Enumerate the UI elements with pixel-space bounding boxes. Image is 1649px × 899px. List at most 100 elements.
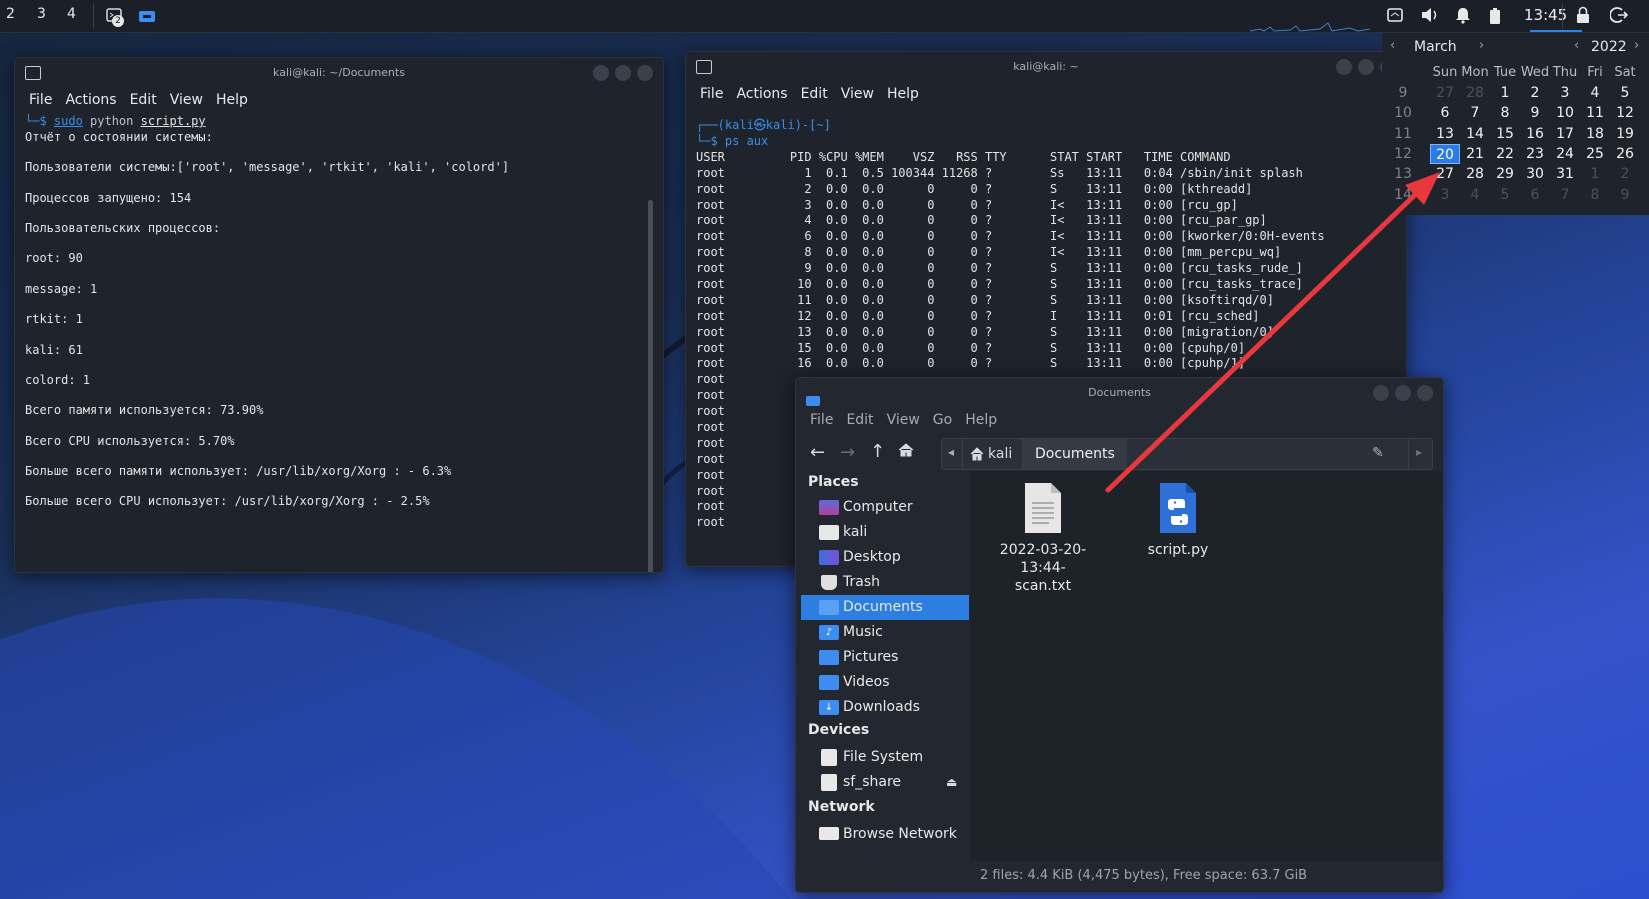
menu-edit[interactable]: Edit: [126, 88, 166, 114]
path-left-icon[interactable]: ◂: [948, 445, 954, 459]
calendar-day[interactable]: 12: [1610, 103, 1640, 123]
sidebar-item-sf-share[interactable]: sf_share ⏏: [801, 770, 969, 795]
calendar-day[interactable]: 5: [1610, 83, 1640, 103]
calendar-day[interactable]: 22: [1490, 144, 1520, 164]
sidebar-item-pictures[interactable]: Pictures: [801, 645, 969, 670]
next-month-icon[interactable]: ›: [1479, 38, 1484, 53]
calendar-day[interactable]: 30: [1520, 164, 1550, 184]
calendar-day[interactable]: 17: [1550, 124, 1580, 144]
calendar-day[interactable]: 8: [1490, 103, 1520, 123]
calendar-day-today[interactable]: 20: [1430, 143, 1460, 164]
minimize-button[interactable]: [1336, 59, 1352, 75]
calendar-day[interactable]: 2: [1520, 83, 1550, 103]
sidebar-item-filesystem[interactable]: File System: [801, 745, 969, 770]
calendar-day[interactable]: 24: [1550, 144, 1580, 164]
fm-file-view[interactable]: 2022-03-20-13:44- scan.txt script.py: [970, 471, 1442, 861]
calendar-day[interactable]: 26: [1610, 144, 1640, 164]
menu-help[interactable]: Help: [883, 82, 928, 108]
logout-icon[interactable]: [1609, 6, 1629, 28]
screenshot-icon[interactable]: [1387, 7, 1403, 27]
crumb-documents[interactable]: Documents: [1023, 439, 1127, 469]
calendar-day[interactable]: 6: [1430, 103, 1460, 123]
calendar-day[interactable]: 1: [1580, 164, 1610, 184]
menu-view[interactable]: View: [166, 88, 212, 114]
calendar-day[interactable]: 3: [1550, 83, 1580, 103]
maximize-button[interactable]: [1358, 59, 1374, 75]
menu-actions[interactable]: Actions: [61, 88, 125, 114]
sidebar-item-documents[interactable]: Documents: [801, 595, 969, 620]
forward-arrow-icon[interactable]: →: [840, 442, 855, 463]
calendar-day[interactable]: 16: [1520, 124, 1550, 144]
sidebar-item-videos[interactable]: Videos: [801, 670, 969, 695]
sidebar-item-music[interactable]: ♪ Music: [801, 620, 969, 645]
calendar-day[interactable]: 2: [1610, 164, 1640, 184]
calendar-day[interactable]: 1: [1490, 83, 1520, 103]
calendar-day[interactable]: 11: [1580, 103, 1610, 123]
calendar-day[interactable]: 25: [1580, 144, 1610, 164]
workspace-3-button[interactable]: 3: [37, 6, 46, 22]
sidebar-item-computer[interactable]: Computer: [801, 495, 969, 520]
back-arrow-icon[interactable]: ←: [810, 442, 825, 463]
calendar-day[interactable]: 23: [1520, 144, 1550, 164]
calendar-day[interactable]: 7: [1550, 185, 1580, 205]
prev-year-icon[interactable]: ‹: [1574, 38, 1579, 53]
menu-actions[interactable]: Actions: [732, 82, 796, 108]
clock[interactable]: 13:45: [1524, 6, 1567, 24]
path-right-icon[interactable]: ▸: [1416, 445, 1422, 459]
calendar-day[interactable]: 5: [1490, 185, 1520, 205]
minimize-button[interactable]: [1373, 385, 1389, 401]
menu-view[interactable]: View: [883, 408, 929, 434]
sidebar-item-trash[interactable]: Trash: [801, 570, 969, 595]
workspace-4-button[interactable]: 4: [67, 6, 76, 22]
calendar-day[interactable]: 31: [1550, 164, 1580, 184]
file-scan-txt[interactable]: 2022-03-20-13:44- scan.txt: [978, 481, 1108, 595]
menu-go[interactable]: Go: [929, 408, 961, 434]
battery-icon[interactable]: [1489, 7, 1501, 29]
calendar-day[interactable]: 29: [1490, 164, 1520, 184]
terminal-window-documents[interactable]: kali@kali: ~/Documents File Actions Edit…: [14, 57, 664, 573]
file-manager-window[interactable]: Documents File Edit View Go Help ← → ↑ ◂…: [795, 377, 1444, 893]
calendar-day[interactable]: 9: [1520, 103, 1550, 123]
menu-view[interactable]: View: [837, 82, 883, 108]
menu-edit[interactable]: Edit: [797, 82, 837, 108]
maximize-button[interactable]: [615, 65, 631, 81]
lock-icon[interactable]: [1576, 6, 1590, 28]
sidebar-item-desktop[interactable]: Desktop: [801, 545, 969, 570]
calendar-day[interactable]: 3: [1430, 185, 1460, 205]
home-icon[interactable]: [898, 442, 914, 462]
menu-help[interactable]: Help: [961, 408, 1006, 434]
next-year-icon[interactable]: ›: [1634, 38, 1639, 53]
calendar-popup[interactable]: ‹ March › ‹ 2022 › Sun Mon Tue Wed Thu Fri Sat…: [1382, 33, 1649, 215]
eject-icon[interactable]: ⏏: [946, 770, 957, 795]
menu-file[interactable]: File: [25, 88, 61, 114]
sidebar-item-browse-network[interactable]: Browse Network: [801, 822, 969, 847]
sidebar-item-kali[interactable]: kali: [801, 520, 969, 545]
calendar-day[interactable]: 28: [1460, 83, 1490, 103]
notification-bell-icon[interactable]: [1455, 6, 1471, 28]
menu-help[interactable]: Help: [212, 88, 257, 114]
calendar-day[interactable]: 4: [1460, 185, 1490, 205]
up-arrow-icon[interactable]: ↑: [870, 441, 885, 462]
calendar-day[interactable]: 7: [1460, 103, 1490, 123]
calendar-day[interactable]: 6: [1520, 185, 1550, 205]
prev-month-icon[interactable]: ‹: [1390, 38, 1395, 53]
calendar-day[interactable]: 18: [1580, 124, 1610, 144]
minimize-button[interactable]: [593, 65, 609, 81]
crumb-kali[interactable]: kali: [988, 439, 1012, 469]
sidebar-item-downloads[interactable]: ↓ Downloads: [801, 695, 969, 720]
calendar-day[interactable]: 21: [1460, 144, 1490, 164]
calendar-day[interactable]: 28: [1460, 164, 1490, 184]
workspace-2-button[interactable]: 2: [6, 6, 15, 22]
fm-titlebar[interactable]: Documents: [796, 378, 1443, 408]
calendar-day[interactable]: 9: [1610, 185, 1640, 205]
volume-icon[interactable]: [1420, 6, 1440, 28]
calendar-day[interactable]: 8: [1580, 185, 1610, 205]
file-manager-task-icon[interactable]: [139, 10, 155, 26]
calendar-day[interactable]: 15: [1490, 124, 1520, 144]
file-script-py[interactable]: script.py: [1128, 481, 1228, 559]
calendar-day[interactable]: 13: [1430, 124, 1460, 144]
calendar-day[interactable]: 27: [1430, 83, 1460, 103]
scrollbar[interactable]: [648, 200, 653, 572]
calendar-day[interactable]: 4: [1580, 83, 1610, 103]
close-button[interactable]: [1417, 385, 1433, 401]
